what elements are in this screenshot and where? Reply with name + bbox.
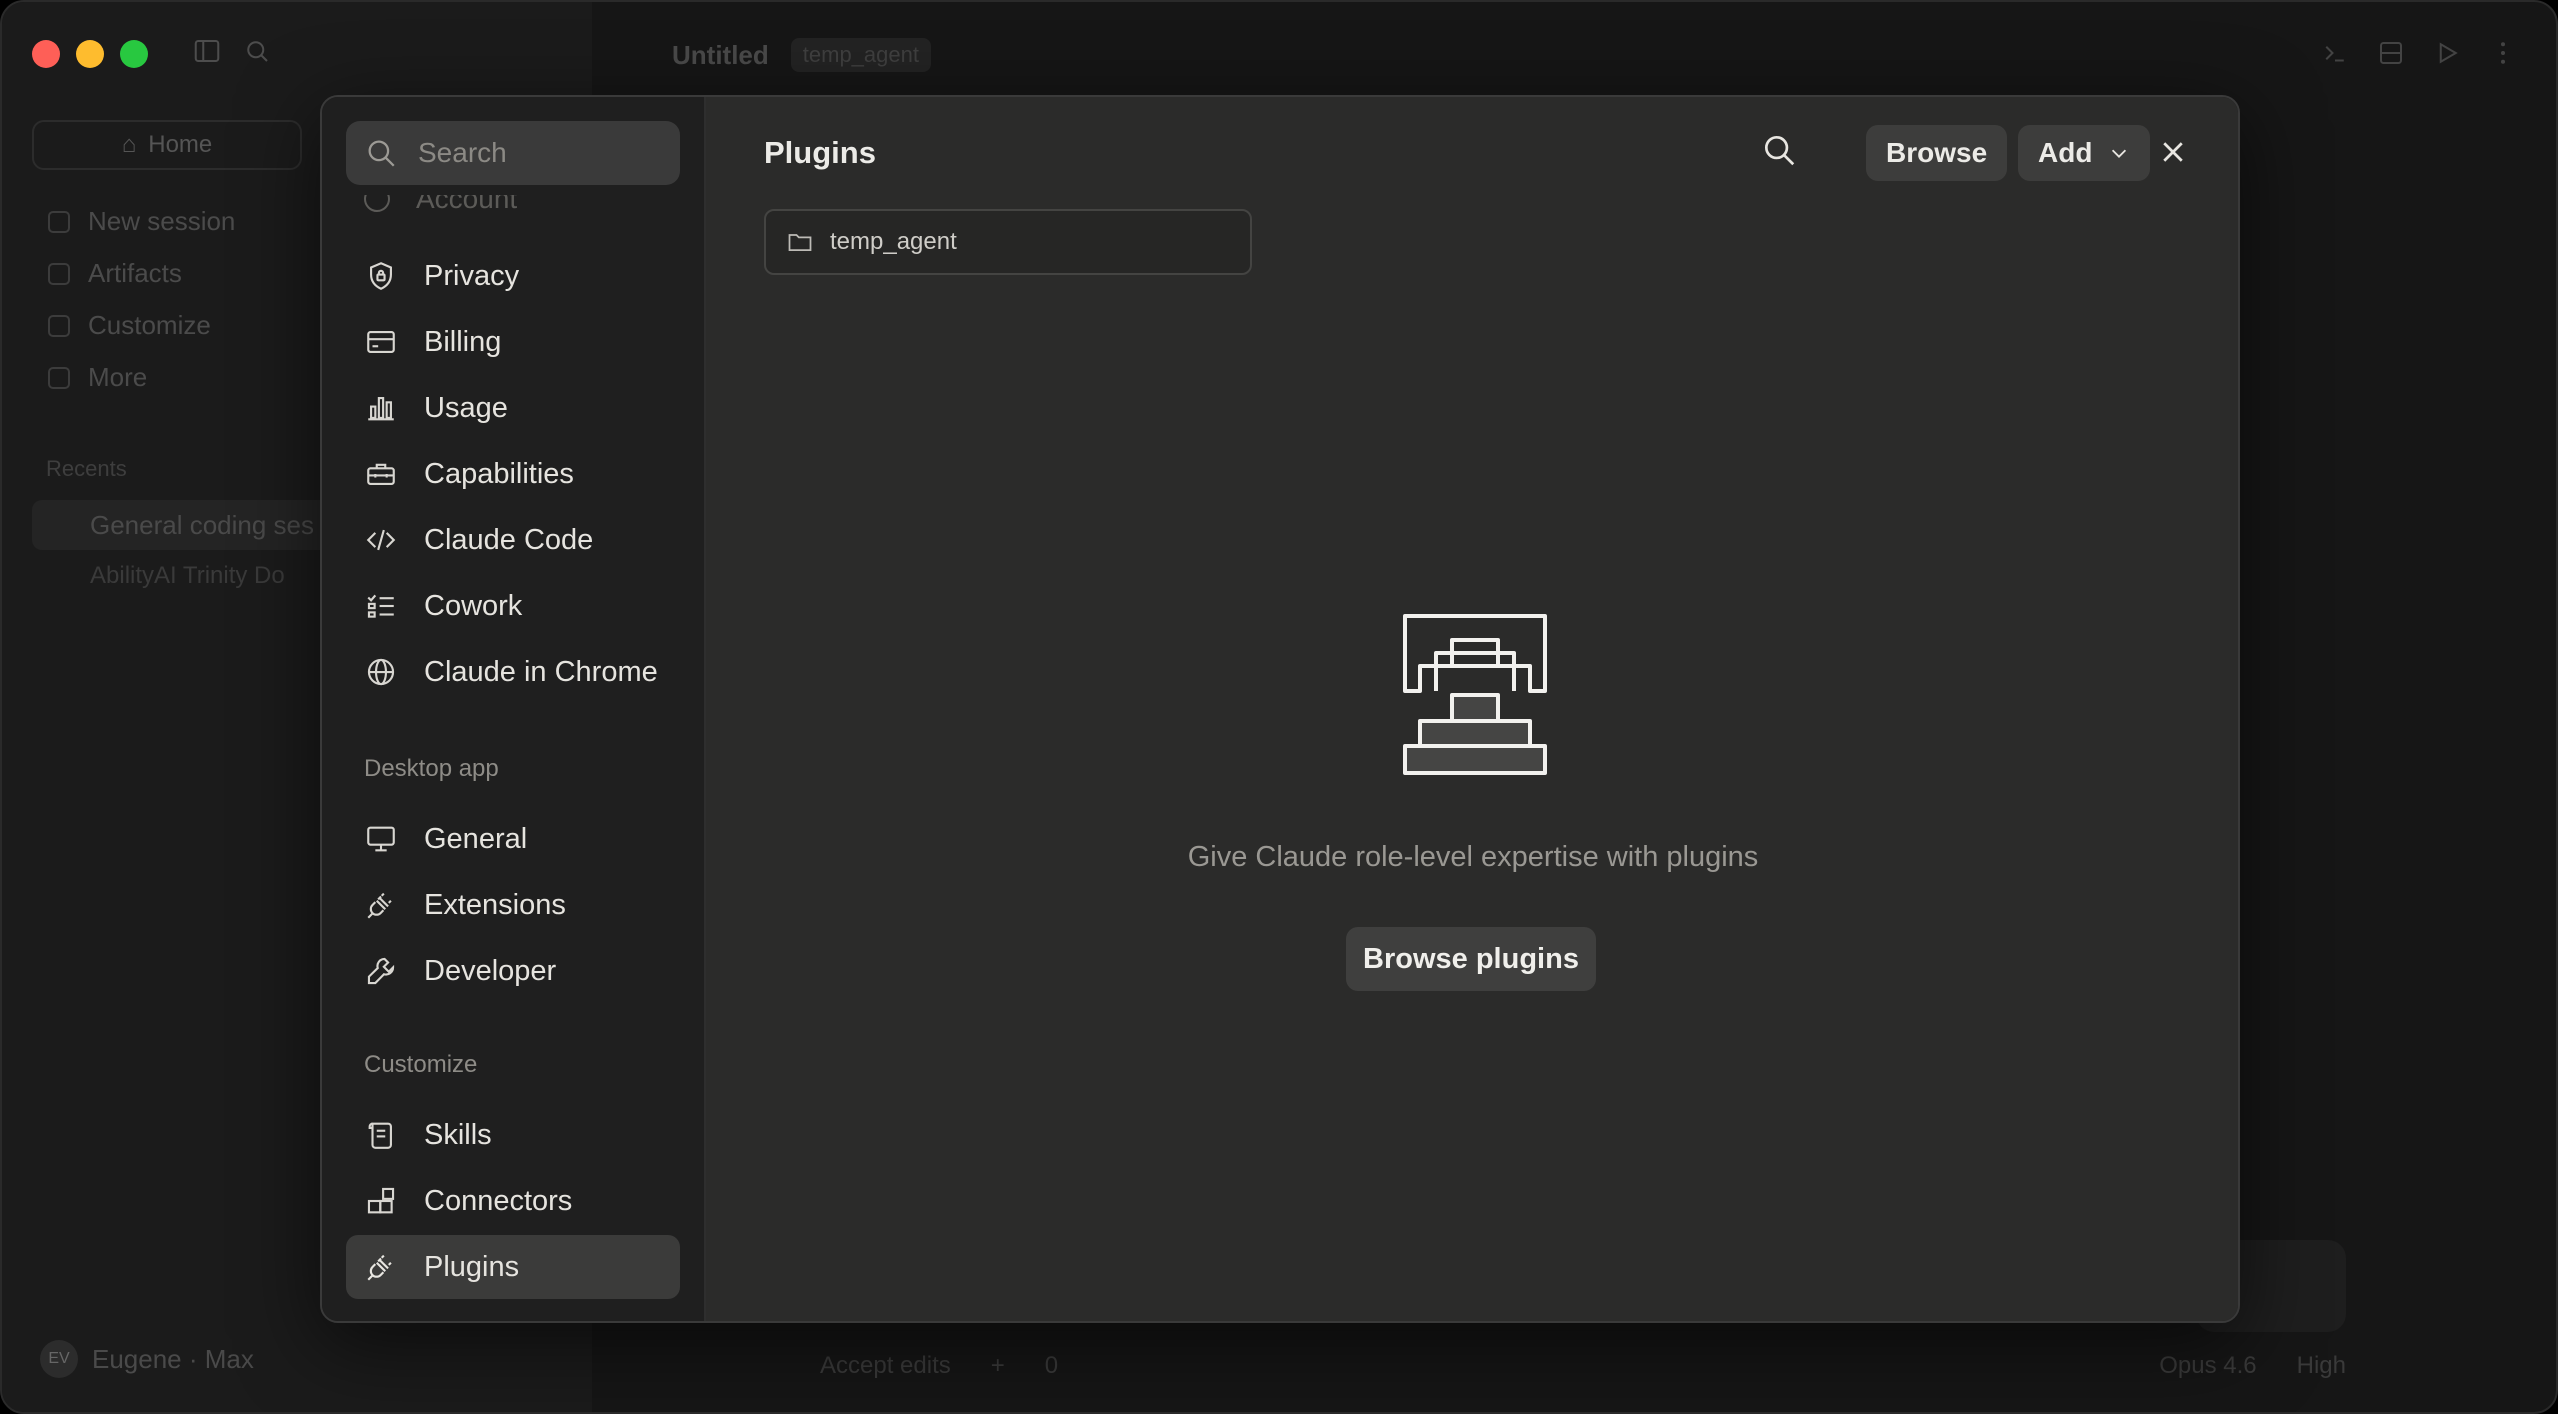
- composer-options: Accept edits + 0: [820, 1352, 1058, 1380]
- recents-heading: Recents: [46, 456, 127, 481]
- settings-modal: Account Privacy Billing Usage Capabiliti…: [320, 95, 2240, 1323]
- globe-icon: [367, 658, 395, 686]
- terminal-icon[interactable]: [2320, 38, 2350, 68]
- scroll-icon: [368, 1122, 392, 1149]
- sidebar-item-skills[interactable]: Skills: [346, 1103, 680, 1167]
- project-chip[interactable]: temp_agent: [790, 38, 931, 72]
- close-button[interactable]: [2148, 127, 2198, 177]
- chevron-down-icon: [48, 366, 70, 389]
- customize-icon: [48, 314, 70, 337]
- plug-icon: [367, 892, 392, 919]
- search-input[interactable]: [418, 137, 658, 169]
- artifacts-icon: [48, 262, 70, 285]
- sidebar-item-general[interactable]: General: [346, 807, 680, 871]
- add-button[interactable]: +: [991, 1352, 1005, 1380]
- search-plugins-button[interactable]: [1756, 127, 1802, 173]
- sidebar-item-claude-in-chrome[interactable]: Claude in Chrome: [346, 640, 680, 704]
- nav-artifacts[interactable]: Artifacts: [48, 258, 182, 289]
- sidebar-item-extensions[interactable]: Extensions: [346, 873, 680, 937]
- sidebar-item-capabilities[interactable]: Capabilities: [346, 442, 680, 506]
- user-circle-icon: [364, 195, 390, 212]
- close-icon: [2163, 142, 2183, 162]
- nav-more[interactable]: More: [48, 362, 147, 393]
- toolbox-icon: [367, 463, 395, 485]
- home-icon: ⌂: [121, 131, 137, 158]
- search-icon: [1764, 135, 1795, 166]
- wrench-icon: [367, 957, 395, 985]
- user-menu[interactable]: EV Eugene · Max: [40, 1340, 254, 1378]
- nav-customize[interactable]: Customize: [48, 310, 211, 341]
- nav-new-session[interactable]: New session: [48, 206, 235, 237]
- section-heading-customize: Customize: [364, 1051, 478, 1078]
- sidebar-item-account[interactable]: Account: [364, 195, 517, 227]
- browse-button[interactable]: Browse: [1866, 125, 2008, 181]
- plug-icon: [367, 1254, 392, 1281]
- panel-icon[interactable]: [2376, 38, 2406, 68]
- model-selector[interactable]: Opus 4.6: [2159, 1352, 2256, 1380]
- add-button[interactable]: Add: [2018, 125, 2151, 181]
- user-name: Eugene · Max: [92, 1343, 254, 1374]
- sidebar-item-connectors[interactable]: Connectors: [346, 1169, 680, 1233]
- section-heading-desktop-app: Desktop app: [364, 755, 499, 782]
- plugins-empty-illustration: [1403, 614, 1547, 775]
- blocks-icon: [367, 1187, 395, 1214]
- browse-plugins-button[interactable]: Browse plugins: [1346, 927, 1596, 991]
- recent-item[interactable]: General coding ses: [32, 500, 332, 550]
- sidebar-item-claude-code[interactable]: Claude Code: [346, 508, 680, 572]
- chevron-down-icon: [2112, 149, 2127, 158]
- settings-sidebar: Account Privacy Billing Usage Capabiliti…: [322, 97, 706, 1321]
- checklist-icon: [367, 594, 394, 618]
- shield-lock-icon: [370, 262, 392, 290]
- page-title: Plugins: [764, 135, 876, 170]
- sidebar-toggle-icon[interactable]: [192, 36, 222, 66]
- plugins-panel: Plugins Browse Add temp_agent Give Claud…: [706, 97, 2238, 1321]
- sidebar-item-billing[interactable]: Billing: [346, 310, 680, 374]
- recent-item[interactable]: AbilityAI Trinity Do: [90, 562, 285, 590]
- monitor-icon: [367, 826, 395, 852]
- more-vertical-icon[interactable]: [2488, 38, 2518, 68]
- settings-search[interactable]: [346, 121, 680, 185]
- folder-icon: [788, 234, 812, 252]
- plus-icon: [48, 210, 70, 233]
- search-icon[interactable]: [242, 36, 272, 66]
- session-title: Untitled temp_agent: [672, 38, 931, 72]
- sidebar-item-developer[interactable]: Developer: [346, 939, 680, 1003]
- window-controls: [32, 40, 148, 68]
- avatar: EV: [40, 1340, 78, 1378]
- model-options: Opus 4.6 High: [2159, 1352, 2346, 1380]
- accept-edits-toggle[interactable]: Accept edits: [820, 1352, 951, 1380]
- right-toolbar: [2320, 38, 2518, 68]
- app-window: ⌂ Home New session Artifacts Customize Mo…: [0, 0, 2558, 1414]
- folder-chip[interactable]: temp_agent: [764, 209, 1252, 275]
- top-toolbar: [192, 36, 272, 66]
- search-icon: [368, 140, 395, 167]
- minimize-window-button[interactable]: [76, 40, 104, 68]
- effort-selector[interactable]: High: [2297, 1352, 2346, 1380]
- sidebar-item-cowork[interactable]: Cowork: [346, 574, 680, 638]
- sidebar-item-privacy[interactable]: Privacy: [346, 244, 680, 308]
- empty-state-message: Give Claude role-level expertise with pl…: [1187, 841, 1759, 873]
- code-icon: [366, 529, 396, 551]
- play-icon[interactable]: [2432, 38, 2462, 68]
- count-badge[interactable]: 0: [1045, 1352, 1058, 1380]
- sidebar-item-usage[interactable]: Usage: [346, 376, 680, 440]
- bar-chart-icon: [368, 397, 394, 421]
- sidebar-item-plugins[interactable]: Plugins: [346, 1235, 680, 1299]
- home-button[interactable]: ⌂ Home: [32, 120, 302, 170]
- credit-card-icon: [367, 331, 395, 353]
- close-window-button[interactable]: [32, 40, 60, 68]
- zoom-window-button[interactable]: [120, 40, 148, 68]
